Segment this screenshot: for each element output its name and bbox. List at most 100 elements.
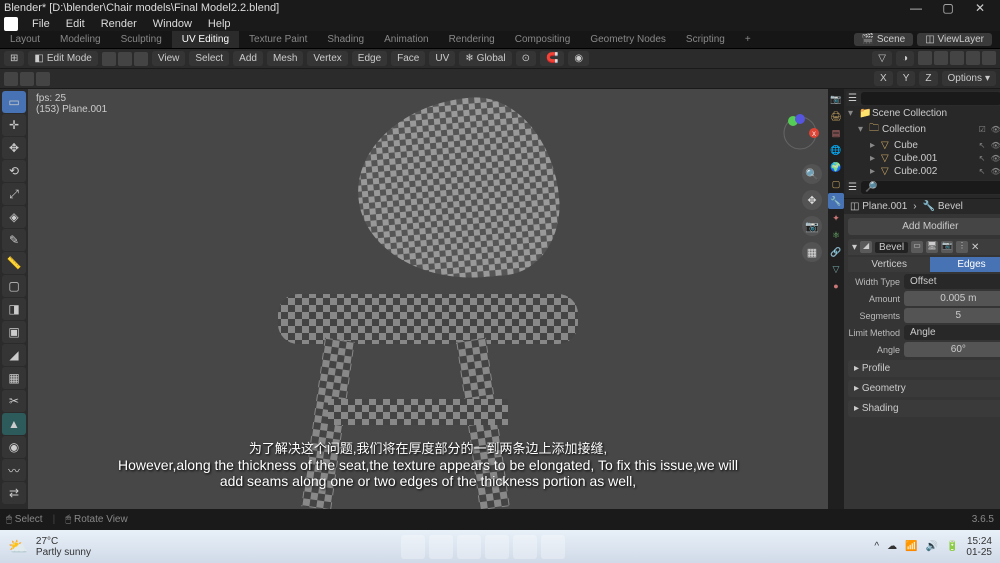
move-view-icon[interactable]: ✥ <box>802 190 822 210</box>
taskbar-app-4[interactable] <box>541 535 565 559</box>
header-ico-1[interactable] <box>4 72 18 86</box>
poly-build-tool[interactable]: ▲ <box>2 413 26 435</box>
proportional-edit-toggle[interactable]: ◉ <box>568 51 589 66</box>
item-hide-icon[interactable]: 👁 <box>991 154 1000 164</box>
breadcrumb-modifier[interactable]: 🔧 Bevel <box>923 201 963 212</box>
outliner-type-icon[interactable]: ☰ <box>848 93 857 104</box>
tray-cloud-icon[interactable]: ☁ <box>887 541 897 552</box>
start-button[interactable] <box>401 535 425 559</box>
face-select-icon[interactable] <box>134 52 148 66</box>
prop-tab-physics[interactable]: ⚛ <box>828 227 844 243</box>
collection-exclude-icon[interactable]: ☑ <box>979 125 989 135</box>
select-box-tool[interactable]: ▭ <box>2 91 26 113</box>
tray-wifi-icon[interactable]: 📶 <box>905 541 917 552</box>
measure-tool[interactable]: 📏 <box>2 252 26 274</box>
mesh-filter-icon[interactable]: ▽ <box>872 51 892 66</box>
modifier-display-edit-icon[interactable]: ▭ <box>911 241 923 253</box>
prop-tab-material[interactable]: ● <box>828 278 844 294</box>
item-hide-icon[interactable]: 👁 <box>991 141 1000 151</box>
minimize-button[interactable]: — <box>900 1 932 15</box>
width-type-selector[interactable]: Offset▾ <box>904 274 1000 289</box>
weather-widget[interactable]: 27°C Partly sunny <box>36 536 91 558</box>
prop-tab-particle[interactable]: ✦ <box>828 210 844 226</box>
tray-battery-icon[interactable]: 🔋 <box>946 541 958 552</box>
annotate-tool[interactable]: ✎ <box>2 229 26 251</box>
tab-texture-paint[interactable]: Texture Paint <box>239 31 317 48</box>
menu-render[interactable]: Render <box>95 18 143 30</box>
clock-widget[interactable]: 15:24 01-25 <box>966 536 992 558</box>
edges-tab[interactable]: Edges <box>930 257 1000 272</box>
prop-tab-output[interactable]: 🖨 <box>828 108 844 124</box>
prop-tab-modifier[interactable]: 🔧 <box>828 193 844 209</box>
menu-edge[interactable]: Edge <box>352 51 387 66</box>
tray-chevron-icon[interactable]: ^ <box>874 541 879 552</box>
knife-tool[interactable]: ✂ <box>2 390 26 412</box>
taskbar-app-3[interactable] <box>513 535 537 559</box>
rotate-tool[interactable]: ⟲ <box>2 160 26 182</box>
prop-tab-data[interactable]: ▽ <box>828 261 844 277</box>
navigation-gizmo[interactable]: X <box>780 113 820 153</box>
profile-section[interactable]: ▸ Profile <box>848 360 1000 377</box>
taskbar-app-1[interactable] <box>457 535 481 559</box>
cursor-tool[interactable]: ✛ <box>2 114 26 136</box>
tab-shading[interactable]: Shading <box>317 31 374 48</box>
tab-modeling[interactable]: Modeling <box>50 31 111 48</box>
solid-shading-icon[interactable] <box>950 51 964 65</box>
vertex-select-icon[interactable] <box>102 52 116 66</box>
header-ico-2[interactable] <box>20 72 34 86</box>
snap-toggle[interactable]: 🧲 <box>540 51 564 66</box>
angle-field[interactable]: 60° <box>904 342 1000 357</box>
close-button[interactable]: ✕ <box>964 1 996 15</box>
pivot-selector[interactable]: ⊙ <box>516 51 536 66</box>
prop-tab-viewlayer[interactable]: ▤ <box>828 125 844 141</box>
limit-method-selector[interactable]: Angle▾ <box>904 325 1000 340</box>
perspective-toggle-icon[interactable]: ▦ <box>802 242 822 262</box>
item-hide-icon[interactable]: 👁 <box>991 167 1000 177</box>
orientation-selector[interactable]: ❄ Global <box>459 51 511 66</box>
modifier-display-realtime-icon[interactable]: 🖥 <box>926 241 938 253</box>
tab-scripting[interactable]: Scripting <box>676 31 735 48</box>
menu-select[interactable]: Select <box>189 51 229 66</box>
maximize-button[interactable]: ▢ <box>932 1 964 15</box>
wireframe-shading-icon[interactable] <box>934 51 948 65</box>
loop-cut-tool[interactable]: ▦ <box>2 367 26 389</box>
segments-field[interactable]: 5 <box>904 308 1000 323</box>
transform-tool[interactable]: ◈ <box>2 206 26 228</box>
transform-z-button[interactable]: Z <box>919 71 937 86</box>
move-tool[interactable]: ✥ <box>2 137 26 159</box>
outliner-item-cube[interactable]: ▸▽ Cube ↖👁📷 <box>846 139 1000 152</box>
prop-tab-render[interactable]: 📷 <box>828 91 844 107</box>
outliner-search-input[interactable] <box>861 92 1000 105</box>
tab-sculpting[interactable]: Sculpting <box>111 31 172 48</box>
taskbar-search-icon[interactable] <box>429 535 453 559</box>
menu-vertex[interactable]: Vertex <box>307 51 347 66</box>
scene-selector[interactable]: 🎬 Scene <box>854 33 914 46</box>
bevel-tool[interactable]: ◢ <box>2 344 26 366</box>
prop-tab-object[interactable]: ▢ <box>828 176 844 192</box>
add-modifier-button[interactable]: Add Modifier <box>848 218 1000 235</box>
extrude-tool[interactable]: ◨ <box>2 298 26 320</box>
mode-selector[interactable]: ◧ Edit Mode <box>28 51 97 66</box>
item-select-icon[interactable]: ↖ <box>979 154 989 164</box>
prop-tab-scene[interactable]: 🌐 <box>828 142 844 158</box>
menu-window[interactable]: Window <box>147 18 198 30</box>
edge-slide-tool[interactable]: ⇄ <box>2 482 26 504</box>
menu-add[interactable]: Add <box>233 51 263 66</box>
inset-tool[interactable]: ▣ <box>2 321 26 343</box>
tab-add[interactable]: + <box>735 31 761 48</box>
viewlayer-selector[interactable]: ◫ ViewLayer <box>917 33 992 46</box>
outliner-root[interactable]: ▾📁 Scene Collection <box>846 107 1000 120</box>
scale-tool[interactable]: ⤢ <box>2 183 26 205</box>
prop-tab-world[interactable]: 🌍 <box>828 159 844 175</box>
tab-animation[interactable]: Animation <box>374 31 438 48</box>
zoom-icon[interactable]: 🔍 <box>802 164 822 184</box>
tab-layout[interactable]: Layout <box>0 31 50 48</box>
collection-hide-icon[interactable]: 👁 <box>991 125 1000 135</box>
camera-view-icon[interactable]: 📷 <box>802 216 822 236</box>
modifier-collapse-icon[interactable]: ▾ <box>852 242 857 253</box>
outliner-item-cube002[interactable]: ▸▽ Cube.002 ↖👁📷 <box>846 165 1000 178</box>
xray-toggle-icon[interactable] <box>918 51 932 65</box>
rendered-shading-icon[interactable] <box>982 51 996 65</box>
add-cube-tool[interactable]: ▢ <box>2 275 26 297</box>
amount-field[interactable]: 0.005 m <box>904 291 1000 306</box>
